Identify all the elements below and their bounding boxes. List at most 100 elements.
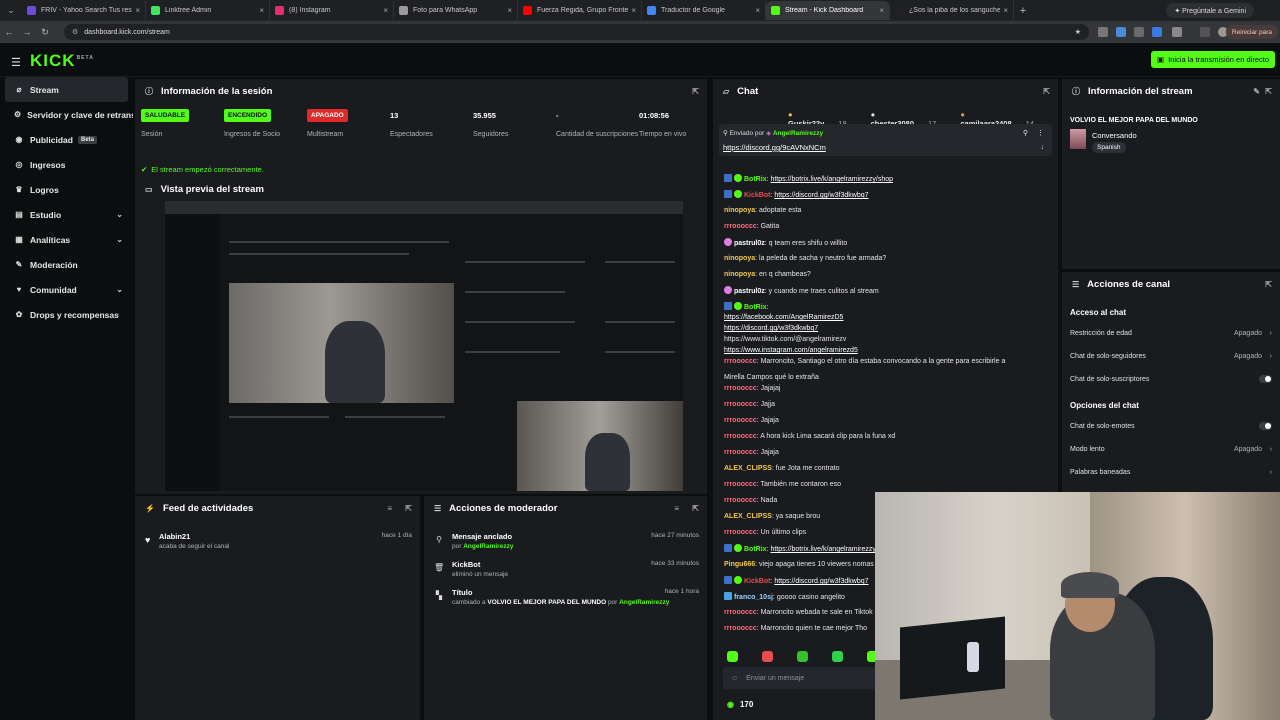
chat-username[interactable]: ninopoya	[724, 255, 755, 262]
chevron-right-icon[interactable]: ›	[1270, 469, 1272, 476]
chat-username[interactable]: pastrul0z	[734, 240, 765, 247]
sidebar-item[interactable]: ◎ Ingresos	[0, 152, 133, 177]
forward-icon[interactable]: →	[18, 27, 36, 37]
chat-link[interactable]: https://discord.gg/w3f3dkwbq7	[724, 325, 818, 332]
chat-username[interactable]: rrroooccc	[724, 449, 757, 456]
close-icon[interactable]: ×	[879, 6, 884, 15]
close-icon[interactable]: ×	[631, 6, 636, 15]
chevron-down-icon[interactable]: ⌄	[116, 210, 123, 219]
setting-row[interactable]: Chat de solo-suscriptores	[1070, 375, 1272, 383]
chat-username[interactable]: rrroooccc	[724, 433, 757, 440]
close-icon[interactable]: ×	[383, 6, 388, 15]
chat-username[interactable]: rrroooccc	[724, 401, 757, 408]
chevron-right-icon[interactable]: ›	[1270, 330, 1272, 337]
bookmark-star-icon[interactable]: ★	[1075, 28, 1081, 36]
browser-tab[interactable]: Foto para WhatsApp ×	[394, 1, 518, 20]
extension-icon[interactable]	[1098, 27, 1108, 37]
extension-icon[interactable]	[1200, 27, 1210, 37]
sidebar-item[interactable]: ✎ Moderación	[0, 252, 133, 277]
url-field[interactable]: ⚙ dashboard.kick.com/stream ★	[64, 24, 1089, 40]
setting-row[interactable]: Restricción de edad Apagado ›	[1070, 330, 1272, 337]
browser-tab[interactable]: (8) Instagram ×	[270, 1, 394, 20]
unpin-icon[interactable]: ⚲	[1023, 129, 1028, 137]
mod-action-user[interactable]: AngelRamirezzy	[463, 543, 513, 550]
popout-icon[interactable]: ⇱	[1265, 87, 1272, 96]
chat-link[interactable]: https://www.instagram.com/angelramirezd5	[724, 347, 858, 354]
popout-icon[interactable]: ⇱	[1265, 280, 1272, 289]
sidebar-item[interactable]: ▤ Estudio ⌄	[0, 202, 133, 227]
chat-username[interactable]: KickBot	[744, 192, 770, 199]
chat-link[interactable]: https://discord.gg/w3f3dkwbq7	[774, 578, 868, 585]
browser-tab[interactable]: Linktree Admin ×	[146, 1, 270, 20]
setting-row[interactable]: Modo lento Apagado ›	[1070, 446, 1272, 453]
emoji-icon[interactable]: ☺	[731, 675, 738, 682]
popout-icon[interactable]: ⇱	[1043, 87, 1050, 96]
gemini-button[interactable]: ✦ Pregúntale a Gemini	[1166, 3, 1254, 18]
chat-username[interactable]: BotRix	[744, 546, 767, 553]
chat-username[interactable]: KickBot	[744, 578, 770, 585]
emote-icon[interactable]	[727, 651, 738, 662]
popout-icon[interactable]: ⇱	[692, 87, 699, 96]
chat-username[interactable]: rrroooccc	[724, 529, 757, 536]
close-icon[interactable]: ×	[755, 6, 760, 15]
chat-username[interactable]: pastrul0z	[734, 288, 765, 295]
chevron-down-icon[interactable]: ↓	[1041, 144, 1045, 151]
chat-username[interactable]: rrroooccc	[724, 385, 757, 392]
chat-username[interactable]: ninopoya	[724, 207, 755, 214]
sidebar-item[interactable]: ✿ Drops y recompensas	[0, 302, 133, 327]
edit-icon[interactable]: ✎	[1253, 87, 1260, 96]
sidebar-item[interactable]: ◉ Publicidad Beta	[0, 127, 133, 152]
chat-link[interactable]: https://botrix.live/k/angelramirezzy/sho…	[770, 176, 893, 183]
extension-icon[interactable]	[1116, 27, 1126, 37]
emote-icon[interactable]	[797, 651, 808, 662]
chat-username[interactable]: ALEX_CLIPSS	[724, 513, 772, 520]
setting-row[interactable]: Chat de solo-seguidores Apagado ›	[1070, 353, 1272, 360]
extension-icon[interactable]	[1172, 27, 1182, 37]
emote-icon[interactable]	[832, 651, 843, 662]
sidebar-item[interactable]: ⚙ Servidor y clave de retransmisión	[0, 102, 133, 127]
site-info-icon[interactable]: ⚙	[72, 28, 78, 36]
filter-icon[interactable]: ≡	[674, 504, 679, 513]
kick-logo[interactable]: KICKBETA	[30, 51, 94, 71]
chat-username[interactable]: rrroooccc	[724, 625, 757, 632]
sidebar-item[interactable]: ▦ Analíticas ⌄	[0, 227, 133, 252]
close-icon[interactable]: ×	[507, 6, 512, 15]
chat-username[interactable]: Pingu666	[724, 561, 755, 568]
extension-icon[interactable]	[1134, 27, 1144, 37]
close-icon[interactable]: ×	[1003, 6, 1008, 15]
setting-row[interactable]: Chat de solo-emotes	[1070, 422, 1272, 430]
pinned-message[interactable]: ⚲ Enviado por ◈ AngelRamirezzy https://d…	[719, 124, 1052, 156]
back-icon[interactable]: ←	[0, 27, 18, 37]
chat-username[interactable]: ninopoya	[724, 271, 755, 278]
chat-link[interactable]: https://facebook.com/AngelRamirezD5	[724, 314, 843, 321]
chat-username[interactable]: rrroooccc	[724, 497, 757, 504]
chat-username[interactable]: rrroooccc	[724, 417, 757, 424]
tab-search-icon[interactable]: ⌄	[0, 0, 22, 21]
more-icon[interactable]: ⋮	[1037, 129, 1044, 137]
browser-tab[interactable]: ¿Sos la piba de los sanguches ×	[890, 1, 1014, 20]
stream-preview[interactable]	[165, 201, 683, 491]
extension-icon[interactable]	[1152, 27, 1162, 37]
activity-user[interactable]: Alabin21	[159, 532, 190, 541]
chat-username[interactable]: franco_10sj	[734, 594, 773, 601]
popout-icon[interactable]: ⇱	[405, 504, 412, 513]
chevron-down-icon[interactable]: ⌄	[116, 235, 123, 244]
browser-tab[interactable]: Stream - Kick Dashboard ×	[766, 1, 890, 20]
browser-tab[interactable]: Fuerza Regida, Grupo Frontera ×	[518, 1, 642, 20]
popout-icon[interactable]: ⇱	[692, 504, 699, 513]
chat-username[interactable]: rrroooccc	[724, 481, 757, 488]
chat-username[interactable]: rrroooccc	[724, 223, 757, 230]
chat-link[interactable]: https://discord.gg/w3f3dkwbq7	[774, 192, 868, 199]
close-icon[interactable]: ×	[259, 6, 264, 15]
filter-icon[interactable]: ≡	[387, 504, 392, 513]
chat-username[interactable]: BotRix	[744, 176, 767, 183]
chat-username[interactable]: rrroooccc	[724, 358, 757, 365]
new-tab-button[interactable]: +	[1014, 5, 1032, 17]
go-live-button[interactable]: ▣ Inicia la transmisión en directo	[1151, 51, 1275, 68]
chat-username[interactable]: BotRix	[744, 304, 767, 311]
chat-username[interactable]: rrroooccc	[724, 609, 757, 616]
close-icon[interactable]: ×	[135, 6, 140, 15]
browser-tab[interactable]: Traductor de Google ×	[642, 1, 766, 20]
chevron-down-icon[interactable]: ⌄	[116, 285, 123, 294]
toggle-switch[interactable]	[1259, 375, 1272, 383]
